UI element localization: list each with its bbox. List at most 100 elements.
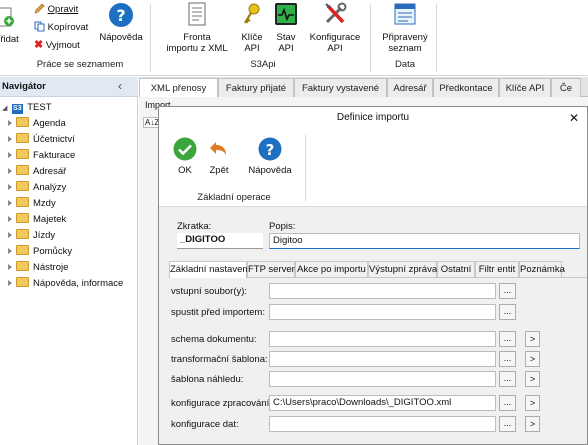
path-field[interactable] xyxy=(269,351,496,367)
group-label-s3api: S3Api xyxy=(250,59,276,70)
tree-root[interactable]: ◢ S3 TEST xyxy=(2,100,52,116)
settings-tab[interactable]: FTP server xyxy=(247,261,295,277)
folder-icon xyxy=(16,245,29,256)
field-label: konfigurace dat: xyxy=(171,419,239,430)
doc-tab[interactable]: Faktury přijaté xyxy=(218,78,294,97)
expand-icon xyxy=(8,216,12,223)
nav-item[interactable]: Účetnictví xyxy=(8,132,75,148)
settings-tab[interactable]: Filtr entit xyxy=(475,261,519,277)
path-field[interactable] xyxy=(269,416,496,432)
add-icon xyxy=(0,7,14,27)
doc-tab[interactable]: XML přenosy xyxy=(139,78,218,98)
nav-item-label: Mzdy xyxy=(33,198,56,209)
shortcut-field[interactable]: _DIGITOO xyxy=(177,233,263,249)
dialog-toolbar: OK Zpět ? Nápověda Základní operace xyxy=(159,129,587,207)
folder-icon xyxy=(16,229,29,240)
nav-item[interactable]: Adresář xyxy=(8,164,66,180)
cut-button[interactable]: ✖ Vyjmout xyxy=(34,39,80,52)
nav-item[interactable]: Pomůcky xyxy=(8,244,72,260)
browse-button[interactable]: ... xyxy=(499,395,516,411)
help-button[interactable]: ? Nápověda xyxy=(98,2,144,46)
settings-tab[interactable]: Akce po importu xyxy=(295,261,368,277)
folder-icon xyxy=(16,149,29,160)
open-button[interactable]: > xyxy=(525,351,540,367)
help-icon: ? xyxy=(109,3,133,27)
browse-button[interactable]: ... xyxy=(499,371,516,387)
open-button[interactable]: > xyxy=(525,416,540,432)
group-separator xyxy=(436,4,437,72)
nav-item[interactable]: Analýzy xyxy=(8,180,66,196)
api-keys-button[interactable]: Klíče API xyxy=(238,2,266,56)
key-icon xyxy=(244,3,260,24)
add-label: Přidat xyxy=(0,34,19,45)
root-badge-icon: S3 xyxy=(12,104,23,114)
open-button[interactable]: > xyxy=(525,371,540,387)
api-status-button[interactable]: Stav API xyxy=(272,2,300,56)
folder-icon xyxy=(16,133,29,144)
expand-icon xyxy=(8,152,12,159)
path-field[interactable] xyxy=(269,304,496,320)
nav-item[interactable]: Fakturace xyxy=(8,148,75,164)
api-config-label-2: API xyxy=(327,43,343,54)
path-field[interactable]: C:\Users\praco\Downloads\_DIGITOO.xml xyxy=(269,395,496,411)
collapse-button[interactable]: ‹ xyxy=(118,79,122,93)
nav-item[interactable]: Nástroje xyxy=(8,260,68,276)
dialog-help-button[interactable]: ? Nápověda xyxy=(245,137,295,176)
nav-item[interactable]: Nápověda, informace xyxy=(8,276,123,292)
group-separator xyxy=(150,4,151,72)
nav-item[interactable]: Agenda xyxy=(8,116,66,132)
document-tabs: XML přenosy Faktury přijaté Faktury vystav… xyxy=(139,77,588,98)
edit-label: Opravit xyxy=(47,4,79,15)
status-icon xyxy=(275,3,297,25)
root-label: TEST xyxy=(27,102,52,113)
doc-tab[interactable]: Klíče API xyxy=(499,78,551,97)
open-button[interactable]: > xyxy=(525,331,540,347)
path-field[interactable] xyxy=(269,371,496,387)
browse-button[interactable]: ... xyxy=(499,304,516,320)
folder-icon xyxy=(16,261,29,272)
doc-tab[interactable]: Faktury vystavené xyxy=(294,78,387,97)
field-label: konfigurace zpracování: xyxy=(171,398,272,409)
browse-button[interactable]: ... xyxy=(499,416,516,432)
expand-icon xyxy=(8,264,12,271)
browse-button[interactable]: ... xyxy=(499,351,516,367)
description-field[interactable]: Digitoo xyxy=(269,233,580,249)
copy-button[interactable]: Kopírovat xyxy=(34,21,88,34)
back-button[interactable]: Zpět xyxy=(203,137,235,176)
copy-label: Kopírovat xyxy=(47,22,89,33)
import-definition-dialog: Definice importu ✕ OK Zpět ? Nápověda Zá… xyxy=(158,106,588,445)
add-button[interactable]: Přidat xyxy=(0,4,26,45)
nav-item[interactable]: Mzdy xyxy=(8,196,56,212)
open-button[interactable]: > xyxy=(525,395,540,411)
dialog-group-label: Základní operace xyxy=(197,192,271,203)
field-label: vstupní soubor(y): xyxy=(171,286,248,297)
field-label: transformační šablona: xyxy=(171,354,268,365)
api-config-button[interactable]: Konfigurace API xyxy=(304,2,366,56)
settings-tab[interactable]: Ostatní xyxy=(437,261,475,277)
nav-item-label: Nápověda, informace xyxy=(33,278,124,289)
browse-button[interactable]: ... xyxy=(499,283,516,299)
nav-item-label: Pomůcky xyxy=(33,246,73,257)
nav-item-label: Majetek xyxy=(33,214,67,225)
settings-tab[interactable]: Základní nastavení xyxy=(169,261,250,278)
dialog-title: Definice importu ✕ xyxy=(159,107,587,129)
folder-icon xyxy=(16,181,29,192)
api-keys-label-2: API xyxy=(244,43,260,54)
browse-button[interactable]: ... xyxy=(499,331,516,347)
settings-tab[interactable]: Poznámka xyxy=(519,261,565,277)
close-icon[interactable]: ✕ xyxy=(569,107,579,129)
edit-button[interactable]: Opravit xyxy=(34,3,78,16)
import-queue-button[interactable]: Fronta importu z XML xyxy=(160,2,234,56)
doc-tab[interactable]: Předkontace xyxy=(433,78,499,97)
nav-item[interactable]: Jízdy xyxy=(8,228,55,244)
expand-icon xyxy=(8,248,12,255)
nav-item[interactable]: Majetek xyxy=(8,212,66,228)
settings-tabs: Základní nastavení FTP server Akce po impo… xyxy=(169,261,587,278)
settings-tab[interactable]: Výstupní zpráva xyxy=(368,261,437,277)
prepared-list-button[interactable]: Připravený seznam xyxy=(378,2,432,56)
doc-tab[interactable]: Če xyxy=(551,78,581,97)
path-field[interactable] xyxy=(269,283,496,299)
path-field[interactable] xyxy=(269,331,496,347)
ok-button[interactable]: OK xyxy=(169,137,201,176)
doc-tab[interactable]: Adresář xyxy=(387,78,433,97)
